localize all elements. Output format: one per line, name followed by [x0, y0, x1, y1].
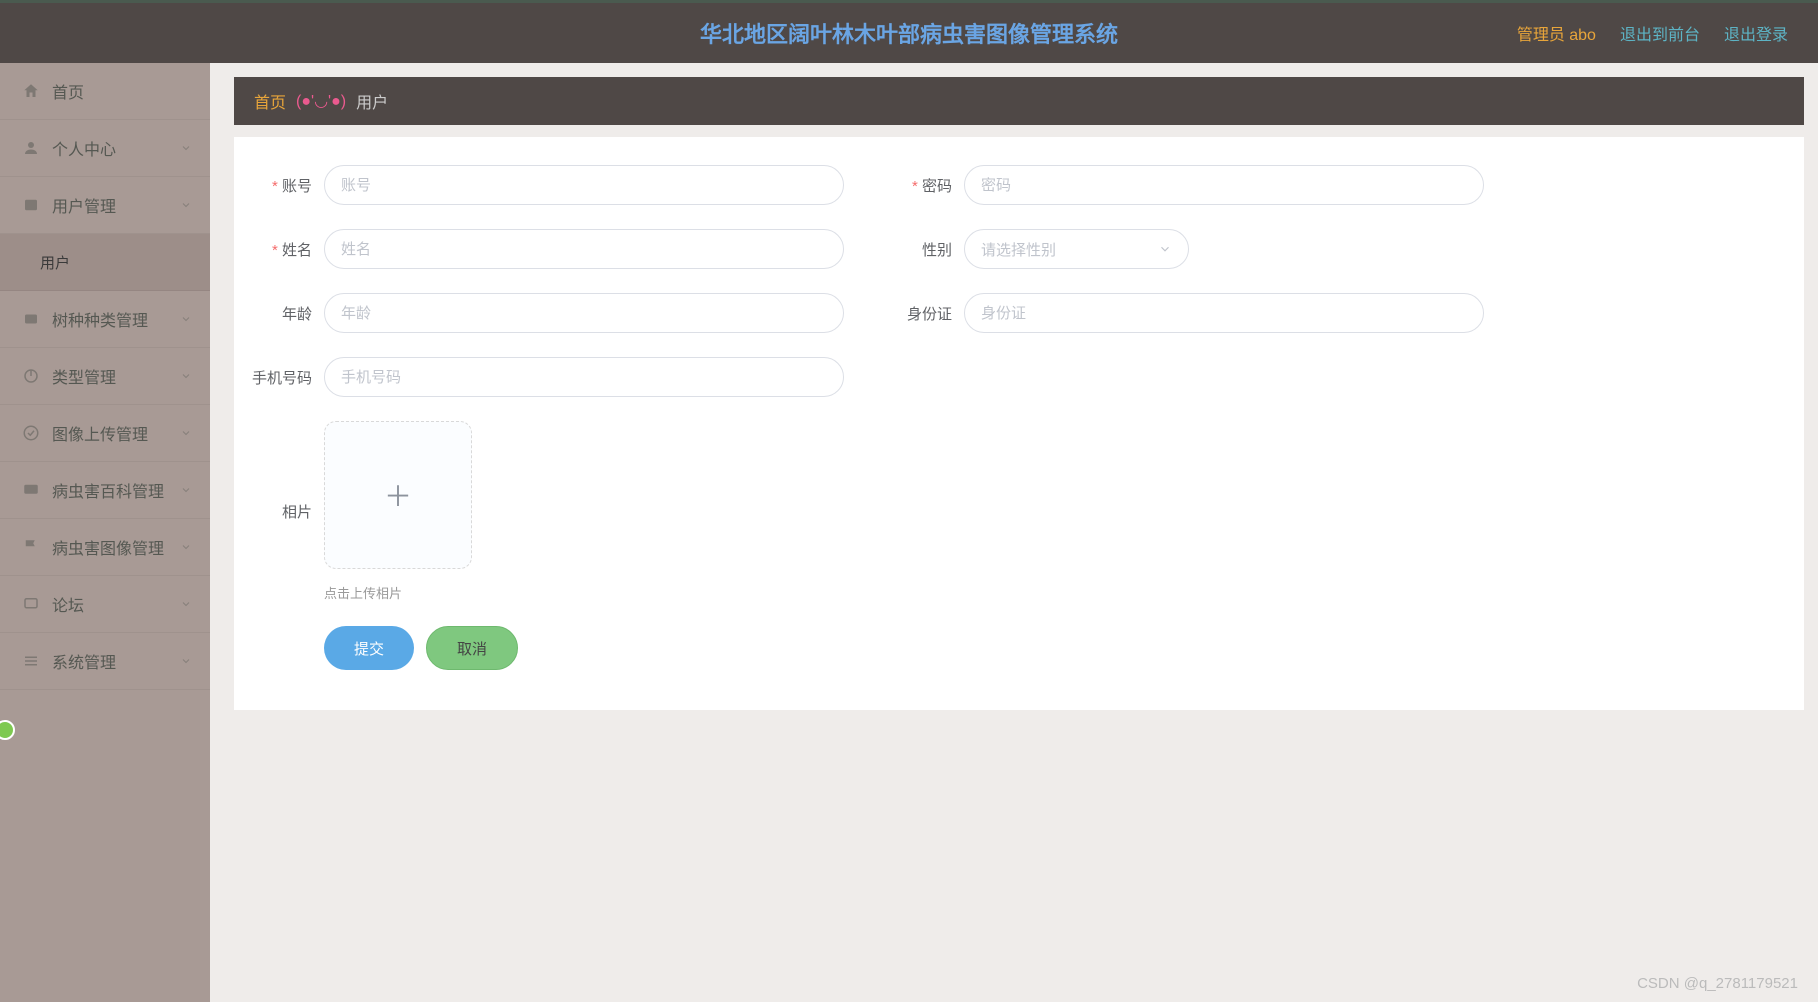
age-input[interactable] [324, 293, 844, 333]
idcard-label: 身份证 [874, 303, 964, 324]
name-label: 姓名 [234, 239, 324, 260]
power-icon [22, 367, 40, 385]
chevron-down-icon [180, 541, 192, 553]
sidebar-item-profile[interactable]: 个人中心 [0, 120, 210, 177]
upload-hint: 点击上传相片 [324, 583, 472, 602]
sidebar-item-tree-species[interactable]: 树种种类管理 [0, 291, 210, 348]
chevron-down-icon [180, 598, 192, 610]
chevron-down-icon [180, 142, 192, 154]
chevron-down-icon [180, 427, 192, 439]
phone-input[interactable] [324, 357, 844, 397]
sidebar-label: 树种种类管理 [52, 307, 148, 331]
chevron-down-icon [180, 313, 192, 325]
sidebar-item-type-mgmt[interactable]: 类型管理 [0, 348, 210, 405]
chevron-down-icon [180, 655, 192, 667]
submit-button[interactable]: 提交 [324, 626, 414, 670]
logout-link[interactable]: 退出登录 [1724, 21, 1788, 45]
exit-front-link[interactable]: 退出到前台 [1620, 21, 1700, 45]
account-label: 账号 [234, 175, 324, 196]
users-icon [22, 196, 40, 214]
tree-icon [22, 310, 40, 328]
chevron-down-icon [180, 199, 192, 211]
idcard-input[interactable] [964, 293, 1484, 333]
sidebar-label: 用户 [40, 252, 70, 273]
content-area: 首页 (●'◡'●) 用户 账号 密码 姓名 [210, 63, 1818, 1002]
sidebar-label: 类型管理 [52, 364, 116, 388]
photo-upload[interactable]: ＋ [324, 421, 472, 569]
sidebar-label: 用户管理 [52, 193, 116, 217]
gender-placeholder: 请选择性别 [981, 239, 1056, 260]
chevron-down-icon [180, 370, 192, 382]
sidebar-label: 图像上传管理 [52, 421, 148, 445]
app-title: 华北地区阔叶林木叶部病虫害图像管理系统 [700, 17, 1118, 49]
sidebar-label: 首页 [52, 79, 84, 103]
sidebar-item-image-upload[interactable]: 图像上传管理 [0, 405, 210, 462]
header: 华北地区阔叶林木叶部病虫害图像管理系统 管理员 abo 退出到前台 退出登录 [0, 3, 1818, 63]
home-icon [22, 82, 40, 100]
sidebar-label: 病虫害百科管理 [52, 478, 164, 502]
photo-label: 相片 [234, 501, 324, 522]
sidebar-item-user-mgmt[interactable]: 用户管理 [0, 177, 210, 234]
menu-icon [22, 652, 40, 670]
sidebar-label: 个人中心 [52, 136, 116, 160]
user-form: 账号 密码 姓名 性别 请选择性别 [234, 137, 1804, 710]
check-icon [22, 424, 40, 442]
sidebar-label: 论坛 [52, 592, 84, 616]
password-input[interactable] [964, 165, 1484, 205]
breadcrumb-current: 用户 [356, 89, 388, 113]
breadcrumb-separator: (●'◡'●) [296, 91, 346, 111]
age-label: 年龄 [234, 303, 324, 324]
sidebar-item-home[interactable]: 首页 [0, 63, 210, 120]
chevron-down-icon [180, 484, 192, 496]
sidebar-item-user[interactable]: 用户 [0, 234, 210, 291]
watermark: CSDN @q_2781179521 [1637, 975, 1798, 992]
name-input[interactable] [324, 229, 844, 269]
sidebar-item-pest-image[interactable]: 病虫害图像管理 [0, 519, 210, 576]
gender-label: 性别 [874, 239, 964, 260]
sidebar-item-forum[interactable]: 论坛 [0, 576, 210, 633]
sidebar-label: 系统管理 [52, 649, 116, 673]
chat-icon [22, 595, 40, 613]
sidebar-label: 病虫害图像管理 [52, 535, 164, 559]
sidebar: 首页 个人中心 用户管理 用户 树种种类管理 类型管理 图像上传管理 [0, 63, 210, 1002]
sidebar-item-pest-wiki[interactable]: 病虫害百科管理 [0, 462, 210, 519]
phone-label: 手机号码 [234, 367, 324, 388]
account-input[interactable] [324, 165, 844, 205]
admin-label: 管理员 abo [1517, 21, 1596, 45]
cancel-button[interactable]: 取消 [426, 626, 518, 670]
password-label: 密码 [874, 175, 964, 196]
chevron-down-icon [1158, 242, 1172, 256]
user-icon [22, 139, 40, 157]
breadcrumb-home[interactable]: 首页 [254, 89, 286, 113]
monitor-icon [22, 481, 40, 499]
flag-icon [22, 538, 40, 556]
plus-icon: ＋ [384, 475, 412, 515]
gender-select[interactable]: 请选择性别 [964, 229, 1189, 269]
sidebar-item-system[interactable]: 系统管理 [0, 633, 210, 690]
breadcrumb: 首页 (●'◡'●) 用户 [234, 77, 1804, 125]
